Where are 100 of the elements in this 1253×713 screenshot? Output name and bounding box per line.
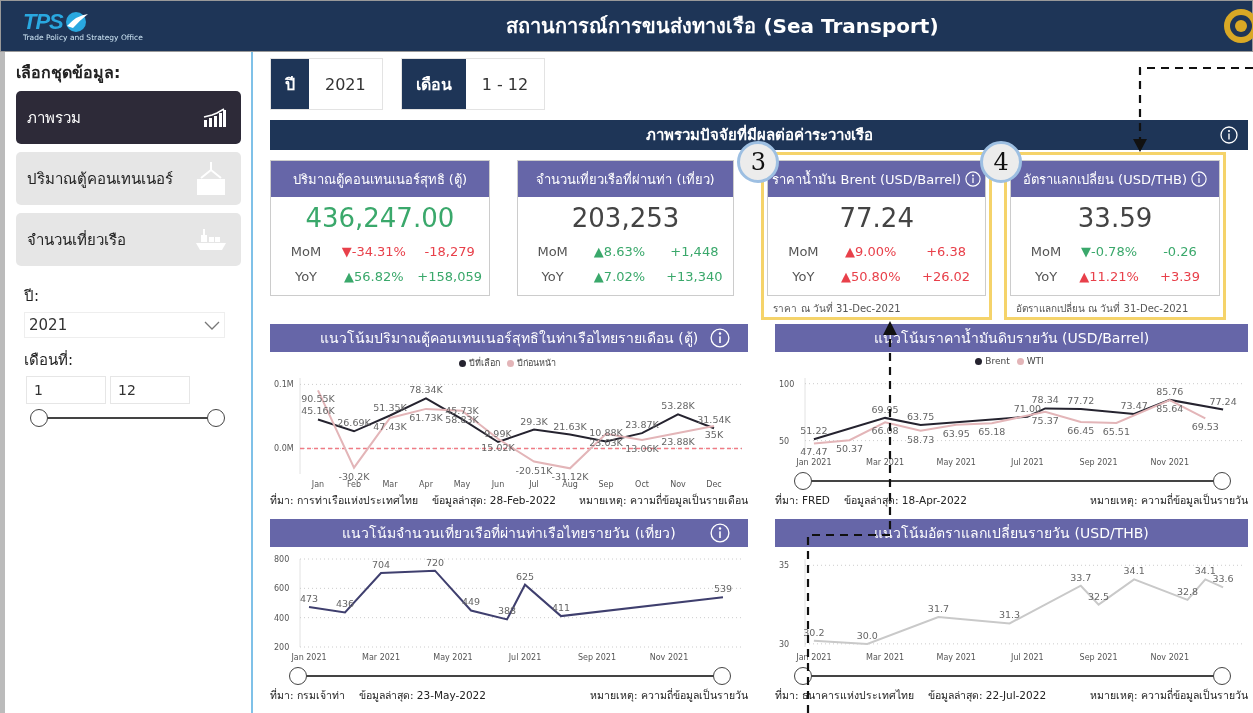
change-label: YoY [540,269,565,284]
year-label: ปี: [24,286,41,307]
change-label: MoM [787,244,820,259]
filter-value[interactable]: 2021 [309,59,382,109]
slider-handle[interactable] [1213,667,1231,685]
month-label: เดือนที่: [24,349,75,371]
date-range-slider[interactable] [289,667,731,685]
slider-handle[interactable] [207,409,225,427]
change-percent: ▼-0.78% [1080,244,1139,259]
y-axis-label: 400 [274,613,290,623]
change-percent: ▲56.82% [343,269,405,284]
info-icon[interactable] [710,328,730,348]
x-axis-label: Jul 2021 [1011,653,1044,662]
x-axis-label: Sep 2021 [1079,458,1118,467]
dataset-button[interactable]: ภาพรวม [16,91,241,144]
legend-label: ปีที่เลือก [468,356,500,370]
kpi-footnote: อัตราแลกเปลี่ยน ณ วันที่ 31-Dec-2021 [1016,301,1190,316]
data-label: 23.88K [661,436,695,448]
y-axis-label: 800 [274,555,290,564]
month-from-input[interactable]: 1 [26,376,106,404]
x-axis-label: Jul 2021 [1011,458,1044,467]
data-label: 51.35K [373,401,407,413]
y-axis-label: 35 [779,561,790,571]
x-axis-label: Jun [491,480,505,489]
data-label: 704 [371,559,391,571]
slider-handle[interactable] [289,667,307,685]
data-label: 31.3 [999,609,1021,621]
data-label: 47.43K [373,421,407,433]
data-label: 31.54K [697,414,731,426]
change-value: +13,340 [665,269,724,284]
data-label: 85.76 [1156,385,1184,397]
change-percent: ▼-34.31% [340,244,407,259]
change-label: YoY [1034,269,1059,284]
change-percent: ▲11.21% [1078,269,1140,284]
slider-handle[interactable] [1213,472,1231,490]
data-label: 65.18 [978,426,1006,438]
x-axis-label: Mar [382,480,398,489]
updated-text: ข้อมูลล่าสุด: 28-Feb-2022 [431,493,557,509]
x-axis-label: Sep 2021 [1079,653,1118,662]
month-range-slider[interactable] [30,409,225,427]
data-label: 473 [299,592,319,604]
updated-text: ข้อมูลล่าสุด: 18-Apr-2022 [843,493,967,509]
data-label: 85.64 [1156,403,1184,415]
container-crane-icon [195,161,227,196]
x-axis-label: Nov 2021 [1150,458,1189,467]
bar-chart-icon [203,107,227,128]
data-label: 23.87K [625,419,659,431]
data-label: 77.72 [1067,395,1095,407]
note-text: หมายเหตุ: ความถี่ข้อมูลเป็นรายวัน [1090,687,1248,704]
x-axis-label: Mar 2021 [866,458,905,467]
note-text: หมายเหตุ: ความถี่ข้อมูลเป็นรายวัน [1090,492,1248,509]
change-value: +158,059 [416,269,483,284]
x-axis-label: Nov 2021 [1150,653,1189,662]
data-label: -20.51K [515,464,553,476]
updated-text: ข้อมูลล่าสุด: 23-May-2022 [358,688,486,704]
note-text: หมายเหตุ: ความถี่ข้อมูลเป็นรายเดือน [579,492,748,509]
change-value: -0.26 [1162,244,1198,259]
info-icon[interactable] [710,523,730,543]
info-icon[interactable] [1220,126,1238,144]
y-axis-label: 200 [274,643,290,652]
change-label: MoM [289,244,323,259]
date-range-slider[interactable] [794,472,1231,490]
page-title: สถานการณ์การขนส่งทางเรือ (Sea Transport) [505,13,940,40]
change-percent: ▲50.80% [839,269,902,284]
change-label: YoY [293,269,319,284]
data-label: 35K [704,429,724,440]
x-axis-label: Jan 2021 [796,653,832,662]
y-axis-label: 50 [779,436,790,446]
data-label: 26.69K [337,417,371,429]
y-axis-label: 100 [779,379,795,389]
change-percent: ▲8.63% [592,244,647,259]
filter-value[interactable]: 1 - 12 [465,59,545,109]
slider-handle[interactable] [794,667,812,685]
logo-text: TPS [23,10,63,33]
chart-title: แนวโน้มปริมาณตู้คอนเทนเนอร์สุทธิในท่าเรือไทยรายเดือน (ตู้) [319,329,699,349]
slider-handle[interactable] [30,409,48,427]
year-dropdown[interactable]: 2021 [24,312,225,338]
data-label: 65.51 [1102,425,1130,437]
data-label: 21.63K [553,420,587,432]
dataset-button[interactable]: จำนวนเที่ยวเรือ [16,213,241,266]
data-label: 13.06K [625,443,659,455]
change-value: +1,448 [669,244,720,259]
date-range-slider[interactable] [794,667,1231,685]
slider-handle[interactable] [794,472,812,490]
data-label: 63.75 [907,410,935,422]
month-to-input[interactable]: 12 [110,376,190,404]
kpi-value: 33.59 [1076,203,1154,233]
data-label: 47.47 [800,446,828,458]
data-label: 411 [551,602,571,614]
note-text: หมายเหตุ: ความถี่ข้อมูลเป็นรายวัน [590,687,748,704]
x-axis-label: Nov 2021 [649,653,689,662]
kpi-title: จำนวนเที่ยวเรือที่ผ่านท่า (เที่ยว) [536,170,715,189]
x-axis-label: Sep 2021 [578,653,616,662]
change-label: MoM [536,244,569,259]
data-label: 30.0 [856,629,878,641]
x-axis-label: Apr [419,480,433,489]
x-axis-label: Jul 2021 [508,653,542,662]
slider-handle[interactable] [713,667,731,685]
x-axis-label: May 2021 [433,653,473,662]
dataset-button[interactable]: ปริมาณตู้คอนเทนเนอร์ [16,152,241,205]
